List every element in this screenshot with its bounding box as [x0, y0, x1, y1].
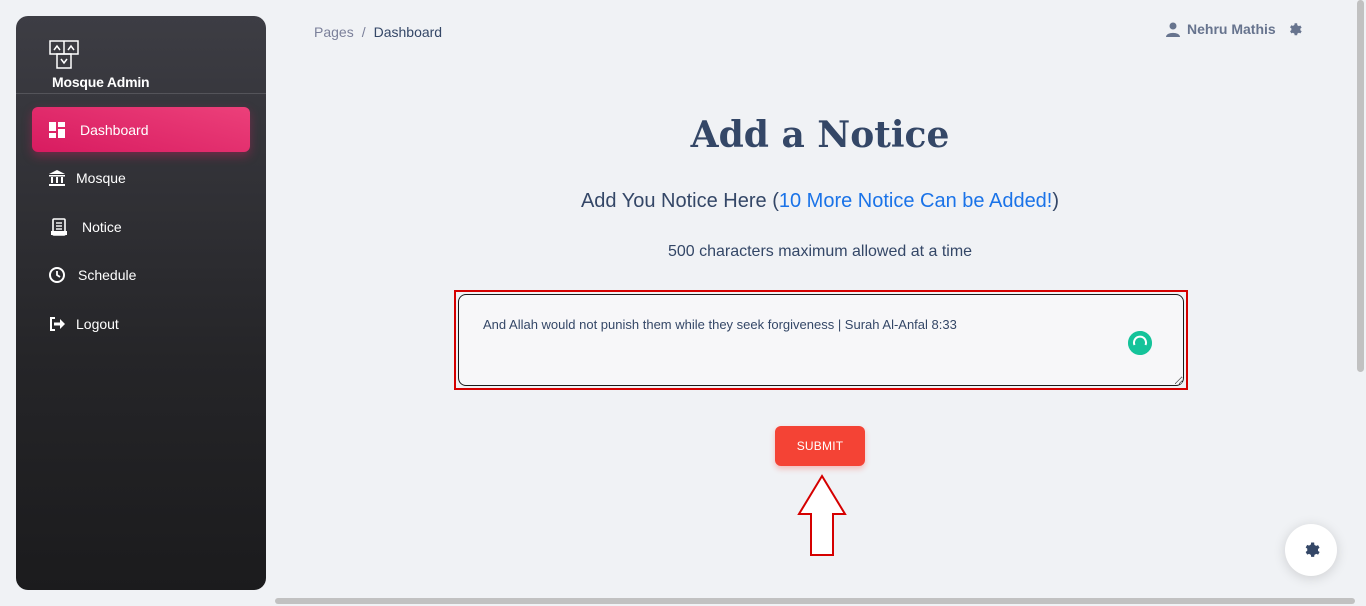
brand-name: Mosque Admin: [52, 74, 150, 90]
arrow-up-annotation-icon: [797, 474, 847, 556]
grammarly-icon[interactable]: [1128, 331, 1152, 355]
notice-textarea[interactable]: And Allah would not punish them while th…: [458, 294, 1184, 386]
mosque-icon: [48, 169, 66, 187]
sidebar-item-label: Dashboard: [80, 121, 149, 138]
user-icon: [1166, 22, 1180, 37]
user-name: Nehru Mathis: [1187, 21, 1276, 37]
character-limit-hint: 500 characters maximum allowed at a time: [667, 243, 973, 260]
vertical-scrollbar[interactable]: [1357, 0, 1364, 372]
floating-settings-button[interactable]: [1285, 524, 1337, 576]
gear-icon[interactable]: [1287, 22, 1302, 37]
subtitle-prefix: Add You Notice Here (: [580, 190, 779, 212]
page-title: Add a Notice: [690, 114, 950, 156]
sidebar-item-label: Schedule: [78, 266, 137, 283]
sidebar-item-label: Mosque: [76, 169, 126, 186]
sidebar-item-logout[interactable]: Logout: [32, 301, 250, 346]
breadcrumb: Pages / Dashboard: [314, 24, 442, 40]
submit-button[interactable]: SUBMIT: [775, 426, 865, 466]
subtitle-suffix: ): [1052, 190, 1060, 212]
brand[interactable]: Mosque Admin: [16, 16, 266, 94]
dashboard-icon: [48, 121, 66, 139]
sidebar-item-schedule[interactable]: Schedule: [32, 252, 250, 297]
sidebar: Mosque Admin Dashboard Mosque Notice Sch…: [16, 16, 266, 590]
gear-icon: [1305, 542, 1320, 557]
horizontal-scrollbar[interactable]: [275, 598, 1355, 604]
breadcrumb-current: Dashboard: [373, 24, 443, 40]
notice-icon: [50, 217, 68, 236]
mosque-logo-icon: [49, 40, 79, 69]
textarea-highlight-annotation: And Allah would not punish them while th…: [454, 290, 1188, 390]
logout-icon: [48, 315, 66, 333]
sidebar-item-label: Logout: [76, 315, 119, 332]
sidebar-item-dashboard[interactable]: Dashboard: [32, 107, 250, 152]
user-menu[interactable]: Nehru Mathis: [1166, 21, 1276, 37]
clock-icon: [48, 266, 66, 284]
sidebar-item-mosque[interactable]: Mosque: [32, 155, 250, 200]
notice-remaining-link[interactable]: 10 More Notice Can be Added!: [779, 190, 1053, 212]
sidebar-item-notice[interactable]: Notice: [32, 204, 250, 249]
notice-subtitle: Add You Notice Here (10 More Notice Can …: [520, 190, 1120, 213]
breadcrumb-pages-link[interactable]: Pages: [314, 24, 354, 40]
sidebar-item-label: Notice: [82, 218, 122, 235]
breadcrumb-separator: /: [361, 24, 366, 40]
